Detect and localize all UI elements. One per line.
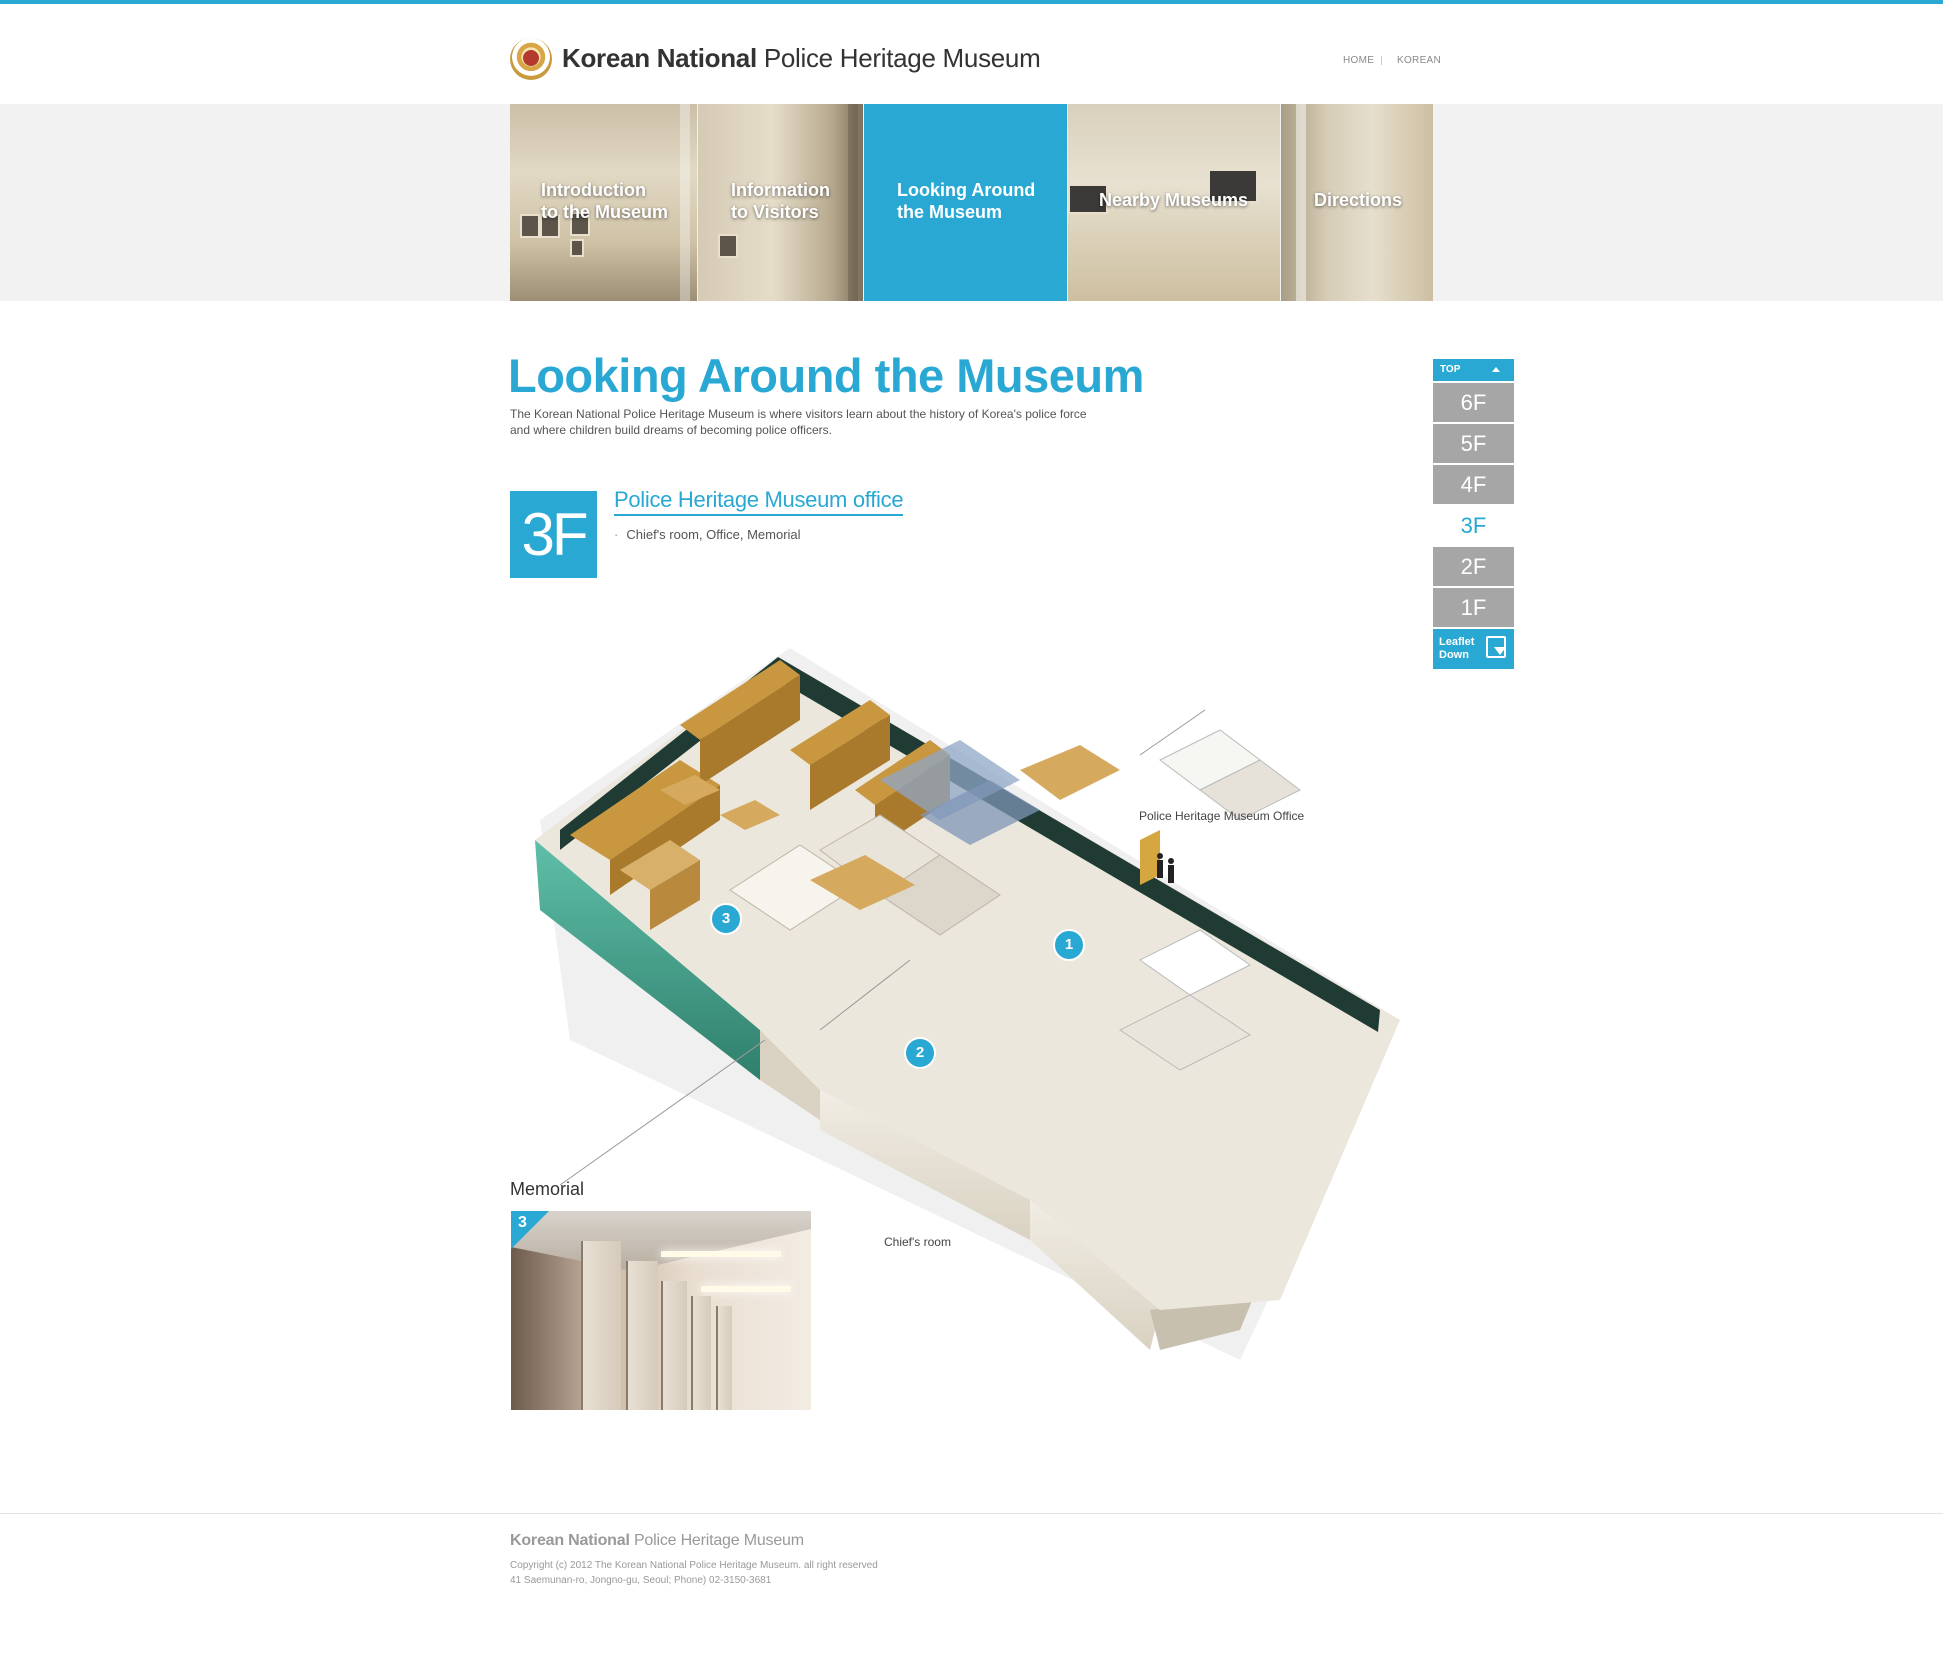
police-emblem-logo[interactable]	[510, 38, 552, 80]
floor-button-5f[interactable]: 5F	[1433, 424, 1514, 463]
arrow-up-icon	[1492, 367, 1500, 372]
nav-label-line1: Nearby Museums	[1099, 190, 1249, 210]
nav-label-line2: the Museum	[897, 202, 1003, 222]
intro-line1: The Korean National Police Heritage Muse…	[510, 407, 1087, 421]
top-label: TOP	[1440, 364, 1461, 375]
section-title: Police Heritage Museum office	[614, 487, 904, 516]
callout-office: Police Heritage Museum Office	[1139, 809, 1305, 823]
bullet: ·	[614, 527, 619, 542]
intro-line2: and where children build dreams of becom…	[510, 423, 832, 437]
nav-item-directions[interactable]: Directions	[1281, 104, 1433, 301]
section-items-text: Chief's room, Office, Memorial	[626, 527, 801, 542]
nav-item-looking-around[interactable]: Looking Around the Museum	[864, 104, 1067, 301]
map-marker-2[interactable]: 2	[904, 1037, 936, 1069]
footer-title: Korean National Police Heritage Museum	[510, 1532, 804, 1550]
site-title-regular: Police Heritage Museum	[763, 43, 1041, 73]
site-title[interactable]: Korean National Police Heritage Museum	[562, 43, 1041, 74]
memorial-label: Memorial	[510, 1179, 585, 1199]
map-marker-3[interactable]: 3	[710, 903, 742, 935]
floor-button-3f[interactable]: 3F	[1433, 506, 1514, 545]
nav-label-line2: to the Museum	[541, 202, 669, 222]
page-title: Looking Around the Museum	[508, 349, 1144, 402]
home-link[interactable]: HOME	[1343, 55, 1374, 66]
nav-item-nearby-museums[interactable]: Nearby Museums	[1068, 104, 1280, 301]
memorial-photo[interactable]: 3	[511, 1211, 811, 1410]
nav-label-line1: Introduction	[541, 180, 646, 200]
footer-title-regular: Police Heritage Museum	[633, 1532, 804, 1549]
korean-link[interactable]: KOREAN	[1397, 55, 1441, 66]
download-icon	[1486, 636, 1506, 658]
footer-divider	[0, 1513, 1943, 1514]
intro-text: The Korean National Police Heritage Muse…	[510, 406, 1110, 438]
nav-label-line2: to Visitors	[731, 202, 819, 222]
memorial-badge: 3	[518, 1214, 527, 1231]
map-marker-1[interactable]: 1	[1053, 929, 1085, 961]
nav-label-line1: Information	[731, 180, 830, 200]
top-accent-line	[0, 0, 1943, 4]
site-title-bold: Korean National	[562, 43, 757, 73]
floor-button-2f[interactable]: 2F	[1433, 547, 1514, 586]
section-items: · Chief's room, Office, Memorial	[614, 527, 801, 542]
nav-item-introduction[interactable]: Introduction to the Museum	[510, 104, 697, 301]
nav-label-line1: Directions	[1314, 190, 1403, 210]
floor-button-1f[interactable]: 1F	[1433, 588, 1514, 627]
util-divider	[1381, 56, 1382, 65]
nav-label-line1: Looking Around	[897, 180, 1036, 200]
footer-address: 41 Saemunan-ro, Jongno-gu, Seoul; Phone)…	[510, 1575, 772, 1586]
callout-chiefs-room: Chief's room	[884, 1235, 951, 1249]
nav-item-information[interactable]: Information to Visitors	[698, 104, 863, 301]
footer-copyright: Copyright (c) 2012 The Korean National P…	[510, 1560, 878, 1571]
floor-badge: 3F	[510, 491, 597, 578]
leaflet-download-button[interactable]: Leaflet Down	[1433, 629, 1514, 669]
floor-button-6f[interactable]: 6F	[1433, 383, 1514, 422]
floor-button-4f[interactable]: 4F	[1433, 465, 1514, 504]
footer-title-bold: Korean National	[510, 1532, 630, 1549]
top-button[interactable]: TOP	[1433, 359, 1514, 381]
